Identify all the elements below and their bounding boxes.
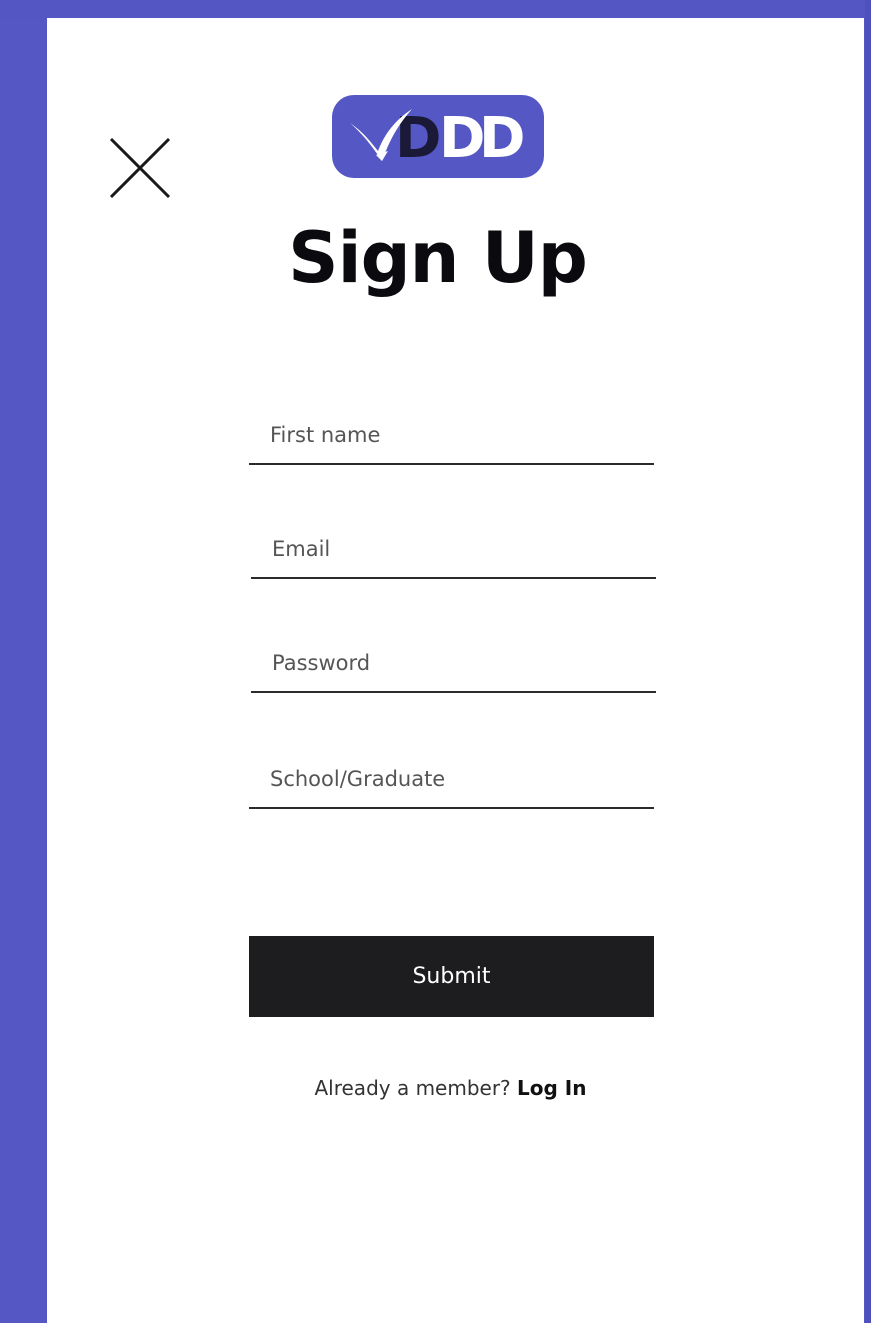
- first-name-input[interactable]: [249, 407, 654, 465]
- school-field-wrapper: [249, 751, 654, 813]
- bird-logo-icon: D D D: [350, 106, 525, 171]
- brand-logo: D D D: [332, 95, 544, 178]
- email-field-wrapper: [251, 521, 656, 583]
- signup-modal: D D D Sign Up Submit Already a member? L…: [47, 18, 864, 1323]
- first-name-field-wrapper: [249, 407, 654, 469]
- close-icon: [109, 137, 171, 199]
- page-background-top: [0, 0, 871, 18]
- already-member-line: Already a member? Log In: [47, 1076, 854, 1100]
- logo-letter-3: D: [479, 106, 525, 171]
- close-button[interactable]: [109, 137, 171, 199]
- email-input[interactable]: [251, 521, 656, 579]
- password-input[interactable]: [251, 635, 656, 693]
- school-graduate-input[interactable]: [249, 751, 654, 809]
- submit-button[interactable]: Submit: [249, 936, 654, 1017]
- password-field-wrapper: [251, 635, 656, 697]
- login-link[interactable]: Log In: [517, 1076, 586, 1100]
- page-background-edge: [865, 0, 871, 1323]
- page-title: Sign Up: [288, 217, 588, 299]
- already-member-text: Already a member?: [314, 1076, 511, 1100]
- logo-letter-1: D: [395, 106, 441, 171]
